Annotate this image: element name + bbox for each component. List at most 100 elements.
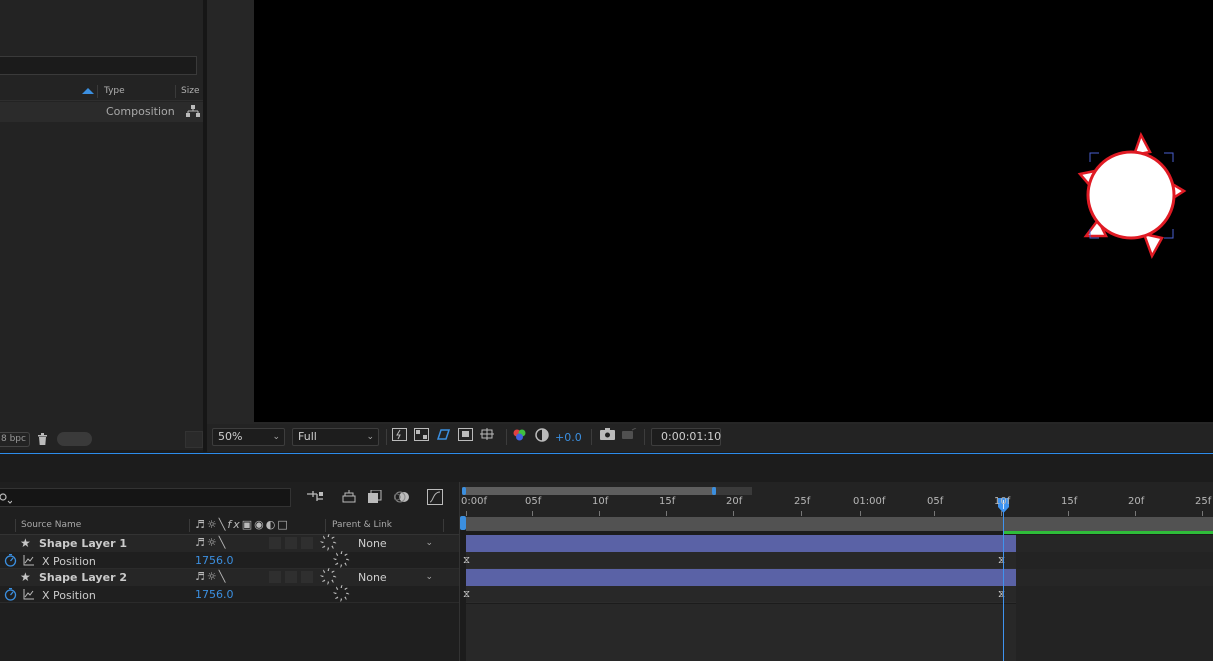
work-area-start-marker[interactable] <box>460 516 466 530</box>
layer-name[interactable]: Shape Layer 2 <box>39 571 127 584</box>
stopwatch-icon[interactable] <box>4 554 17 567</box>
layer-name[interactable]: Shape Layer 1 <box>39 537 127 550</box>
work-area-bar[interactable] <box>466 517 1213 531</box>
ruler-label: 05f <box>525 496 542 507</box>
graph-icon[interactable] <box>23 555 34 566</box>
comp-flowchart-icon[interactable] <box>307 491 323 503</box>
comp-end-zone <box>1016 535 1213 552</box>
column-type[interactable]: Type <box>104 86 125 96</box>
grid-guides-icon[interactable] <box>479 428 496 445</box>
shape-star-icon: ★ <box>20 570 31 584</box>
ruler-tick <box>1001 511 1002 516</box>
render-bar <box>1003 531 1213 534</box>
exposure-value[interactable]: +0.0 <box>555 431 582 444</box>
color-channels-icon[interactable] <box>511 428 528 445</box>
item-type: Composition <box>106 105 175 118</box>
source-name-header[interactable]: Source Name <box>21 520 81 530</box>
slider-handle[interactable] <box>57 432 92 446</box>
comp-end-zone <box>1016 586 1213 661</box>
toolbar-separator <box>644 429 645 445</box>
property-row[interactable]: X Position 1756.0 ҉ <box>0 586 459 603</box>
expression-pick-whip-icon[interactable]: ҉ <box>345 587 350 601</box>
trash-icon[interactable] <box>37 433 48 445</box>
region-of-interest-icon[interactable] <box>457 428 474 445</box>
ruler-tick <box>1068 511 1069 516</box>
parent-link-header[interactable]: Parent & Link <box>332 520 392 530</box>
comp-end-zone <box>1016 569 1213 586</box>
toolbar-separator <box>591 429 592 445</box>
ruler-label: 20f <box>726 496 743 507</box>
ruler-tick <box>1135 511 1136 516</box>
stopwatch-icon[interactable] <box>4 588 17 601</box>
zoom-value: 50% <box>218 430 243 443</box>
timeline-column-header: Source Name ♬☼╲fx▣◉◐□ Parent & Link <box>0 517 459 535</box>
chevron-down-icon: ⌄ <box>425 538 433 548</box>
sort-ascending-icon[interactable] <box>82 88 94 94</box>
toolbar-separator <box>386 429 387 445</box>
playhead-line[interactable] <box>1003 505 1004 661</box>
project-item-row[interactable]: Composition <box>0 102 203 122</box>
expression-pick-whip-icon[interactable]: ҉ <box>345 553 350 567</box>
keyframe-icon[interactable]: ⧖ <box>463 555 470 566</box>
project-column-header: Type Size <box>0 84 203 101</box>
layer-row[interactable]: ★ Shape Layer 1 ♬☼╲ ҉ None ⌄ <box>0 535 459 552</box>
parent-select[interactable]: None ⌄ <box>352 570 438 585</box>
timecode-value: 0:00:01:10 <box>661 430 722 443</box>
work-area-navigator[interactable] <box>462 487 752 495</box>
show-snapshot-icon[interactable] <box>621 427 638 445</box>
draft-3d-icon[interactable] <box>341 490 357 504</box>
zoom-select[interactable]: 50% ⌄ <box>212 428 285 446</box>
resolution-select[interactable]: Full ⌄ <box>292 428 379 446</box>
chevron-down-icon: ⌄ <box>272 432 280 442</box>
ruler-label: 15f <box>1061 496 1078 507</box>
property-value[interactable]: 1756.0 <box>195 554 234 567</box>
transparency-grid-icon[interactable] <box>413 428 430 445</box>
ruler-tick <box>666 511 667 516</box>
viewer-toolbar: 50% ⌄ Full ⌄ +0.0 0:00:01:10 <box>207 424 1213 452</box>
active-panel-indicator <box>0 453 1213 454</box>
ruler-label: 20f <box>1128 496 1145 507</box>
ruler-label: 15f <box>659 496 676 507</box>
ruler-tick <box>599 511 600 516</box>
current-time-field[interactable]: 0:00:01:10 <box>651 428 721 446</box>
ruler-label: 01:00f <box>853 496 886 507</box>
pick-whip-icon[interactable]: ҉ <box>332 570 337 584</box>
exposure-reset-icon[interactable] <box>533 428 550 445</box>
bpc-toggle[interactable]: 8 bpc <box>0 432 30 447</box>
property-name: X Position <box>42 589 96 602</box>
pick-whip-icon[interactable]: ҉ <box>332 536 337 550</box>
project-search-input[interactable] <box>0 56 197 75</box>
ruler-tick <box>1202 511 1203 516</box>
graph-editor-icon[interactable] <box>427 489 443 505</box>
parent-select[interactable]: None ⌄ <box>352 536 438 551</box>
shy-layers-icon[interactable] <box>368 490 382 504</box>
motion-blur-icon[interactable] <box>394 490 410 504</box>
ruler-tick <box>466 511 467 516</box>
toolbar-separator <box>506 429 507 445</box>
layer-row[interactable]: ★ Shape Layer 2 ♬☼╲ ҉ None ⌄ <box>0 569 459 586</box>
ruler-tick <box>532 511 533 516</box>
timeline-search-input[interactable] <box>0 488 291 507</box>
sun-shape[interactable] <box>1074 130 1194 260</box>
camera-snapshot-icon[interactable] <box>599 428 616 445</box>
layer-duration-bar[interactable] <box>466 535 1016 552</box>
ruler-label: 25f <box>1195 496 1212 507</box>
layer-duration-bar[interactable] <box>466 569 1016 586</box>
column-size[interactable]: Size <box>181 86 199 96</box>
property-value[interactable]: 1756.0 <box>195 588 234 601</box>
flowchart-icon[interactable] <box>186 105 200 118</box>
shape-star-icon: ★ <box>20 536 31 550</box>
parent-value: None <box>358 537 387 550</box>
graph-icon[interactable] <box>23 589 34 600</box>
keyframe-icon[interactable]: ⧖ <box>463 589 470 600</box>
layer-switches[interactable]: ♬☼╲ <box>195 570 227 583</box>
chevron-down-icon: ⌄ <box>366 432 374 442</box>
fast-preview-icon[interactable] <box>391 428 408 445</box>
ruler-tick <box>733 511 734 516</box>
ruler-tick <box>860 511 861 516</box>
mask-visibility-icon[interactable] <box>435 428 452 445</box>
layer-switches[interactable]: ♬☼╲ <box>195 536 227 549</box>
property-row[interactable]: X Position 1756.0 ҉ <box>0 552 459 569</box>
composition-viewer[interactable] <box>254 0 1213 422</box>
ruler-tick <box>934 511 935 516</box>
